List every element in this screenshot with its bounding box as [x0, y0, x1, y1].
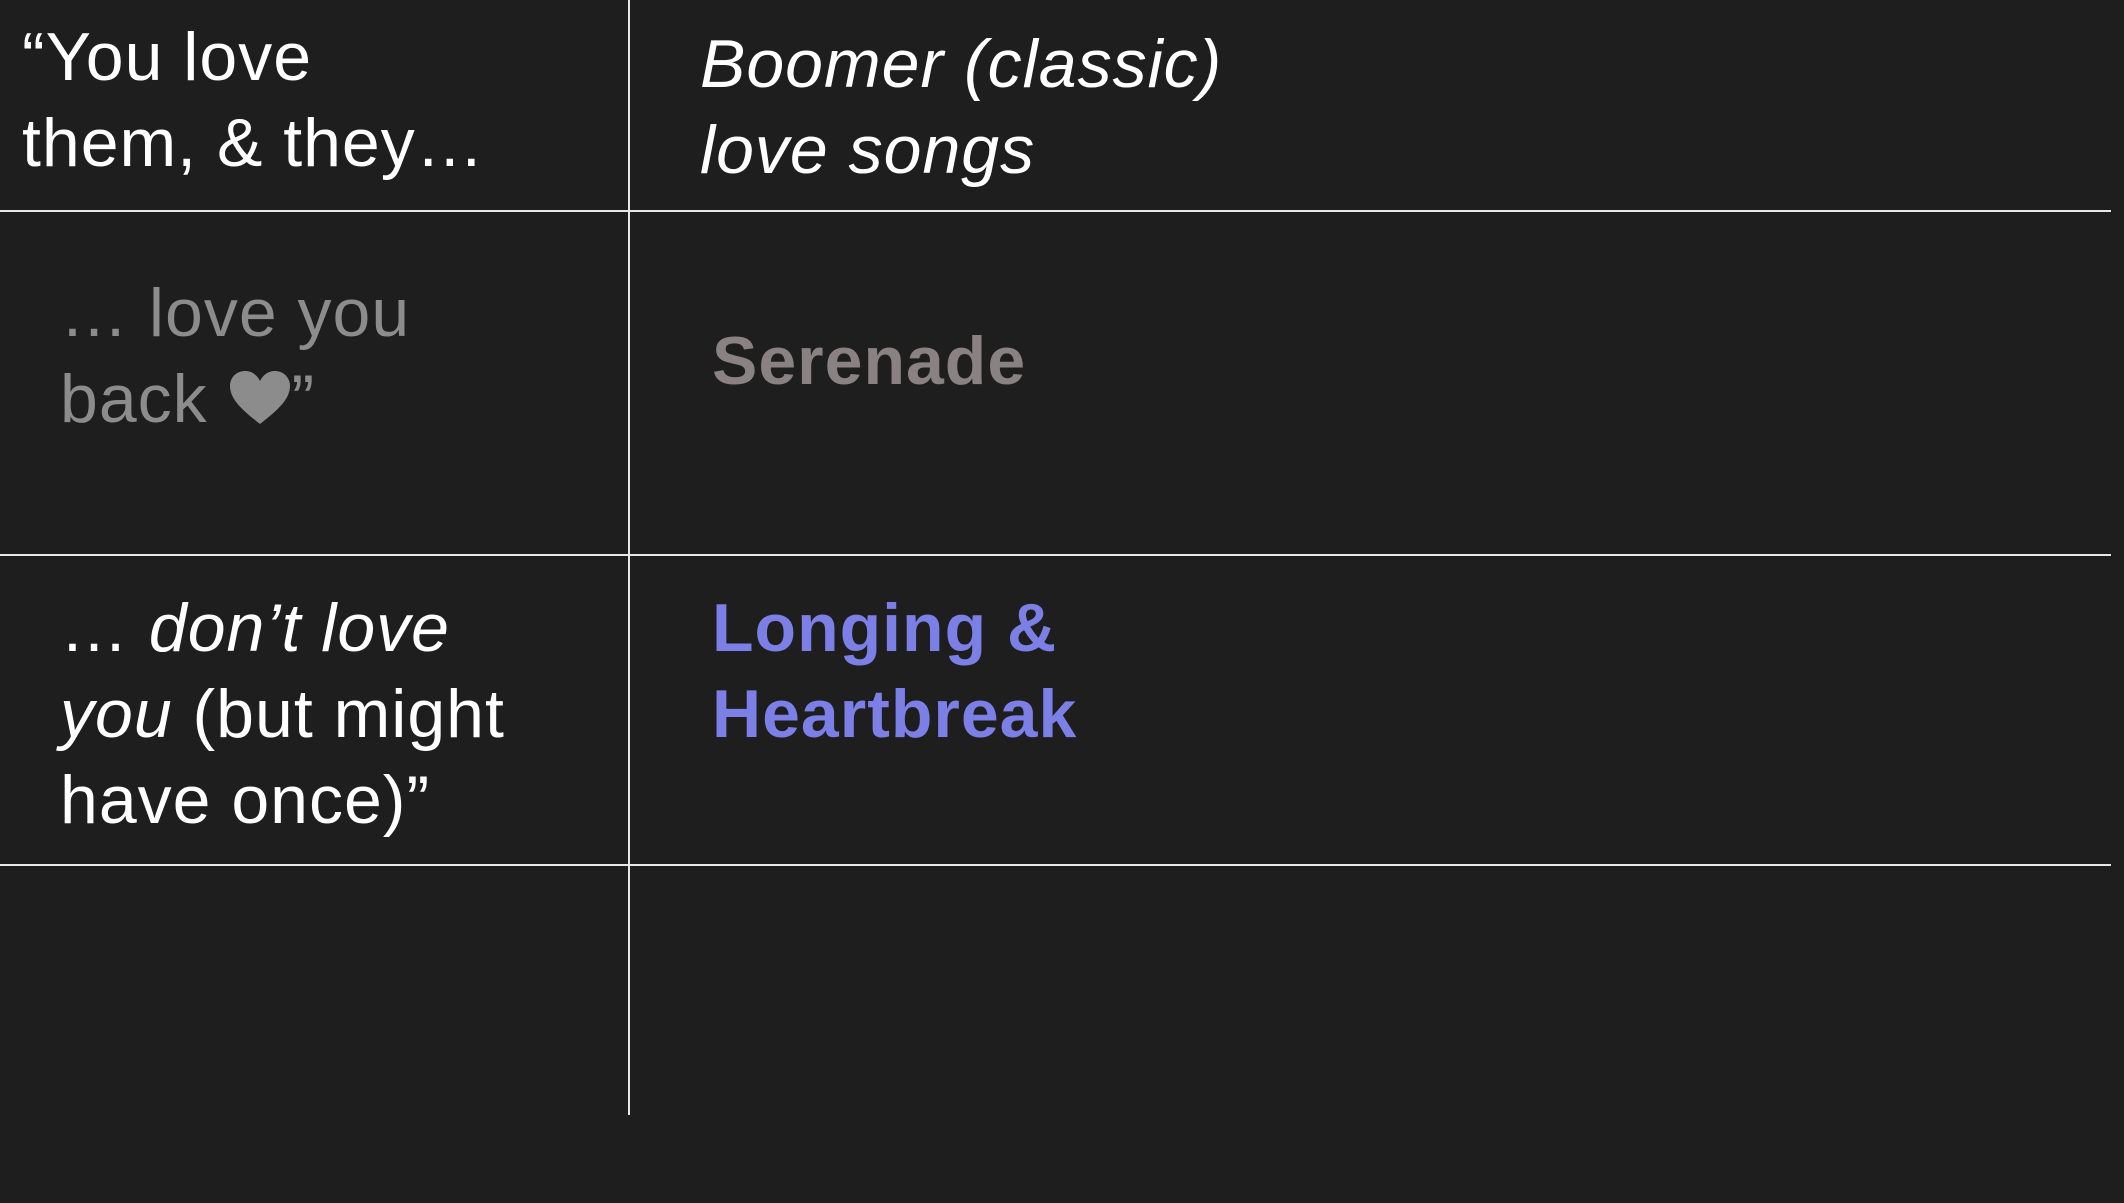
heart-icon: [228, 360, 292, 446]
row-2-right-cell: Longing & Heartbreak: [712, 585, 1077, 757]
row-1-left-line-2: back ”: [60, 356, 410, 446]
row-2-left-line-1-em: don’t love: [148, 590, 450, 666]
row-1-left-line-1: … love you: [60, 275, 411, 351]
row-1-left-line-2-text: back: [60, 361, 228, 437]
header-right-cell: Boomer (classic) love songs: [700, 21, 1222, 193]
row-2-left-line-2: you (but might: [60, 671, 505, 757]
header-left-line-2: them, & they…: [22, 105, 485, 181]
serenade-label: Serenade: [712, 323, 1027, 399]
row-2-left-line-2-rest: (but might: [172, 676, 505, 752]
row-2-left-line-3: have once)”: [60, 762, 431, 838]
row-1-left-cell: … love you back ”: [60, 270, 410, 446]
row-divider-1: [0, 210, 2111, 212]
row-2-left-line-1: … don’t love: [60, 585, 505, 671]
row-1-left-line-2-quote: ”: [291, 361, 316, 437]
row-divider-3: [0, 864, 2111, 866]
row-divider-2: [0, 554, 2111, 556]
header-left-line-1: “You love: [22, 19, 313, 95]
column-divider: [628, 0, 630, 1115]
row-1-right-cell: Serenade: [712, 318, 1026, 404]
header-right-line-2: love songs: [700, 112, 1036, 188]
longing-heartbreak-line-1: Longing &: [712, 590, 1058, 666]
row-2-left-line-2-em: you: [60, 676, 173, 752]
row-2-left-cell: … don’t love you (but might have once)”: [60, 585, 505, 843]
header-left-cell: “You love them, & they…: [22, 14, 485, 186]
longing-heartbreak-line-2: Heartbreak: [712, 676, 1078, 752]
row-2-left-line-1-prefix: …: [60, 590, 149, 666]
header-right-line-1: Boomer (classic): [700, 26, 1223, 102]
